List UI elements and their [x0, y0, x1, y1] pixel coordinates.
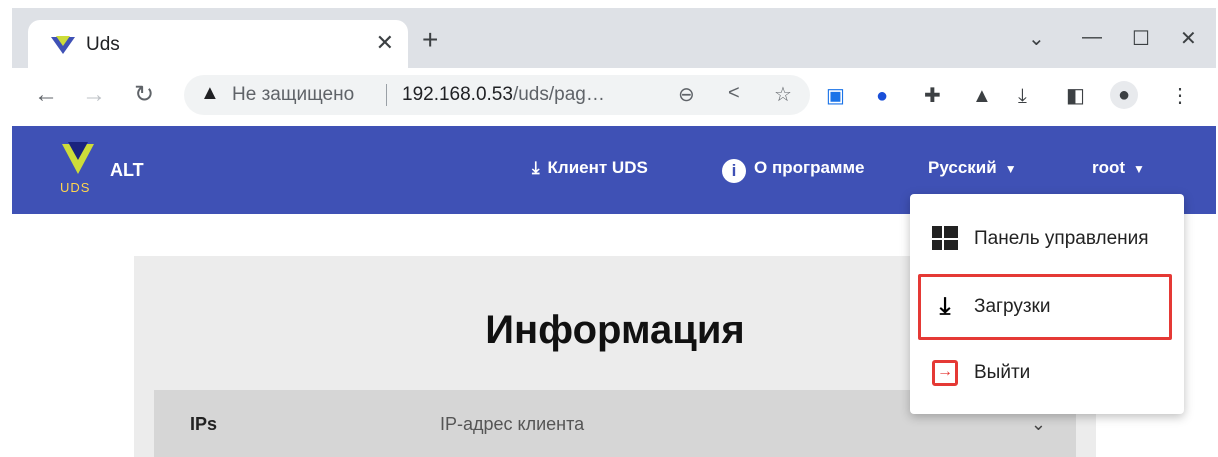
omnibox-divider	[386, 84, 387, 106]
extension-globe-icon[interactable]: ●	[876, 85, 888, 107]
window-close-icon[interactable]: ✕	[1180, 26, 1197, 51]
panel-header-description: IP-адрес клиента	[440, 414, 585, 434]
new-tab-button[interactable]: +	[422, 26, 438, 54]
info-icon: i	[722, 159, 746, 183]
menu-item-label: Выйти	[974, 362, 1031, 383]
zoom-icon[interactable]: ⊖	[678, 82, 695, 107]
caret-down-icon: ▼	[1133, 162, 1145, 176]
tab-search-chevron-icon[interactable]: ⌄	[1028, 26, 1045, 51]
menu-item-downloads[interactable]: ⤓ Загрузки	[910, 274, 1184, 340]
browser-tab[interactable]: Uds ✕	[28, 20, 408, 68]
panel-header-key: IPs	[190, 414, 218, 434]
address-bar[interactable]: ▲ Не защищено 192.168.0.53/uds/pag… ⊖ < …	[184, 75, 810, 115]
download-icon: ⤓	[532, 158, 540, 177]
nav-language-dropdown[interactable]: Русский ▼	[928, 158, 1017, 178]
menu-item-label: Загрузки	[974, 296, 1051, 317]
brand-logo[interactable]: UDS	[60, 140, 104, 196]
tab-title: Uds	[86, 34, 120, 55]
nav-client-label: Клиент UDS	[547, 158, 648, 177]
uds-logo-icon	[62, 142, 94, 174]
brand-name[interactable]: ALT	[110, 160, 144, 181]
url-host: 192.168.0.53	[402, 84, 513, 105]
nav-client-uds[interactable]: ⤓ Клиент UDS	[532, 158, 648, 178]
nav-about[interactable]: i О программе	[722, 158, 865, 183]
download-icon: ⤓	[939, 293, 951, 320]
extension-translate-icon[interactable]: ▣	[826, 85, 845, 107]
chevron-down-icon[interactable]: ⌄	[1031, 414, 1046, 435]
tab-close-icon[interactable]: ✕	[376, 30, 394, 56]
nav-about-label: О программе	[754, 158, 865, 177]
minimize-icon[interactable]: —	[1082, 26, 1102, 49]
maximize-icon[interactable]: ☐	[1132, 26, 1150, 51]
reload-icon[interactable]: ↻	[134, 82, 154, 108]
menu-item-logout[interactable]: → Выйти	[910, 340, 1184, 406]
url-text[interactable]: 192.168.0.53/uds/pag…	[402, 84, 605, 106]
labs-flask-icon[interactable]: ▲	[972, 85, 992, 107]
nav-language-label: Русский	[928, 158, 997, 177]
share-icon[interactable]: <	[728, 82, 740, 105]
extensions-puzzle-icon[interactable]: ✚	[924, 85, 941, 107]
downloads-icon[interactable]: ⤓	[1018, 85, 1027, 107]
warning-icon[interactable]: ▲	[200, 82, 220, 105]
nav-user-label: root	[1092, 158, 1126, 177]
nav-user-dropdown[interactable]: root ▼	[1092, 158, 1145, 178]
menu-item-label: Панель управления	[974, 228, 1149, 249]
url-path: /uds/pag…	[512, 84, 605, 105]
forward-icon[interactable]: →	[82, 82, 106, 108]
bookmark-star-icon[interactable]: ☆	[774, 82, 792, 107]
back-icon[interactable]: ←	[34, 82, 58, 108]
security-status[interactable]: Не защищено	[232, 84, 354, 106]
brand-logo-text: UDS	[60, 180, 91, 195]
tab-strip: Uds ✕ + ⌄ — ☐ ✕	[12, 8, 1216, 68]
browser-menu-icon[interactable]: ⋮	[1170, 85, 1190, 107]
browser-toolbar: ← → ↻ ▲ Не защищено 192.168.0.53/uds/pag…	[12, 68, 1216, 126]
dashboard-icon	[932, 226, 958, 252]
browser-chrome: Uds ✕ + ⌄ — ☐ ✕ ← → ↻ ▲ Не защищено 192.…	[12, 8, 1216, 126]
user-dropdown-menu: Панель управления ⤓ Загрузки → Выйти	[910, 194, 1184, 414]
side-panel-icon[interactable]: ◧	[1066, 85, 1085, 107]
menu-item-dashboard[interactable]: Панель управления	[910, 206, 1184, 272]
caret-down-icon: ▼	[1004, 162, 1017, 176]
exit-icon: →	[932, 360, 958, 386]
profile-avatar-icon[interactable]: ●	[1110, 81, 1138, 109]
uds-favicon-icon	[51, 36, 75, 54]
